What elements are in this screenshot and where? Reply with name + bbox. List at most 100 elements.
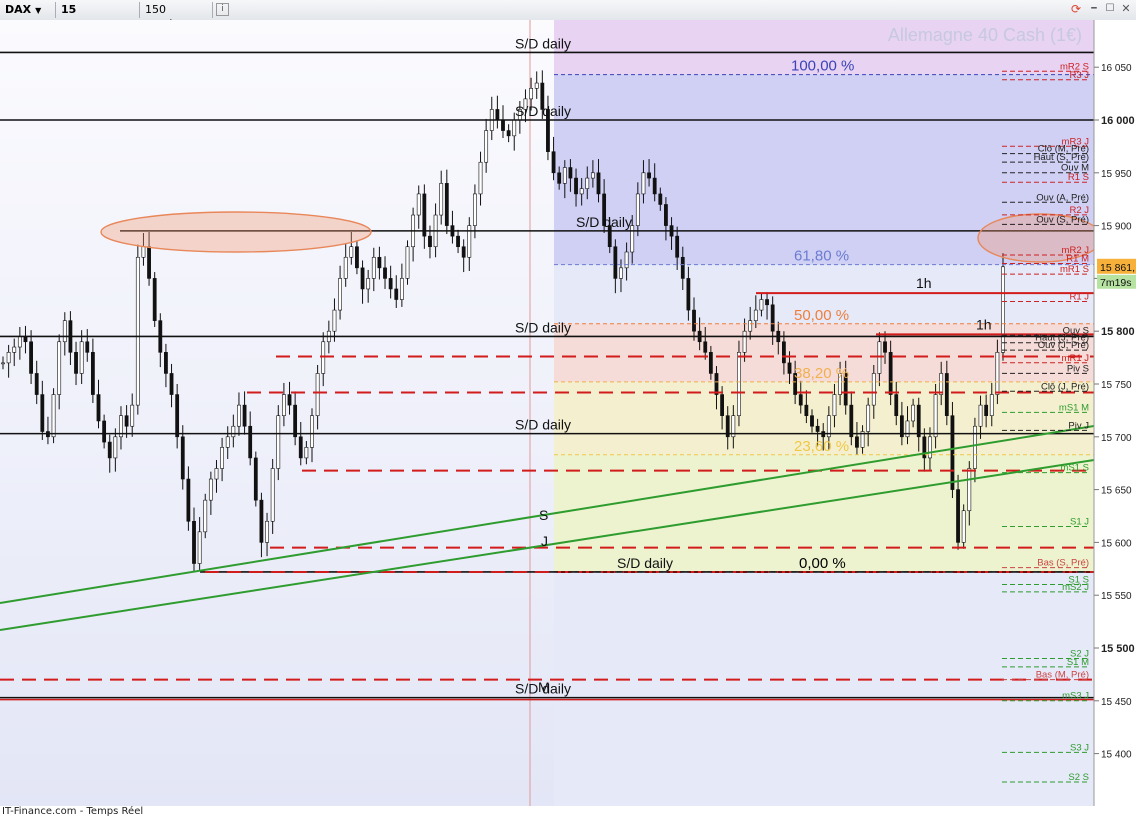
y-axis-panel [1094,20,1136,806]
candle-body [180,436,185,480]
candle-body [1,362,5,365]
candle-body [259,499,264,543]
pivot-label: R1 J [1069,292,1089,303]
y-tick-label: 15 750 [1101,380,1132,391]
candle-body [321,341,326,374]
h1-level-label: 1h [916,275,932,291]
candle-body [866,404,871,432]
pivot-label: Clô (J, Pré) [1041,381,1089,392]
symbol-label: DAX [5,3,32,16]
y-tick-label: 15 450 [1101,697,1132,708]
candle-body [444,183,449,226]
price-chart[interactable]: S/D daily S/D daily S/D daily S/D daily S/D … [0,20,1136,806]
last-price-label: 15 861, [1100,262,1135,274]
pivot-label: mR1 S [1060,264,1089,275]
candle-body [478,161,483,195]
y-tick-label: 15 900 [1101,222,1132,233]
chevron-down-icon: ▼ [35,6,42,15]
candle-body [944,373,949,416]
units-select[interactable]: 150 unités▼ [142,2,211,31]
candle-body [765,299,769,306]
pivot-label: mR1 J [1062,353,1090,364]
candle-body [995,352,1000,395]
y-tick-label: 15 950 [1101,169,1132,180]
candle-body [849,404,854,438]
countdown-label: 7m19s [1100,277,1132,289]
candle-body [961,510,966,543]
candle-body [366,278,371,290]
candle-body [596,172,601,195]
candle-body [759,299,764,311]
candle-body [495,109,500,121]
candle-body [984,404,989,416]
fib-level-label: 50,00 % [794,307,849,324]
sd-daily-label: S/D daily [515,319,571,335]
pivot-label: S1 J [1070,516,1089,527]
candle-body [399,278,404,300]
refresh-icon[interactable]: ⟳ [1068,1,1084,17]
candle-body [152,278,157,321]
candle-body [276,415,281,469]
y-tick-label: 16 050 [1101,63,1132,74]
candle-body [1001,266,1005,353]
candle-body [641,172,646,195]
candle-body [360,267,365,290]
candle-body [680,256,685,279]
candle-body [422,193,427,237]
candle-body [383,267,387,279]
candle-body [231,425,236,438]
y-tick-label: 15 550 [1101,591,1132,602]
maximize-icon[interactable]: ☐ [1102,1,1118,17]
y-tick-label: 15 400 [1101,750,1132,761]
candle-body [534,82,539,89]
toolbar-divider [212,2,213,18]
chart-toolbar: DAX▼ 15 minutes▼ 150 unités▼ i ⟳ ━ ☐ ✕ [0,0,1136,31]
candle-body [703,341,708,353]
pivot-label: Bas (S, Pré) [1037,558,1089,569]
pivot-label: S2 S [1068,772,1089,783]
candle-body [956,489,960,543]
minimize-icon[interactable]: ━ [1086,1,1102,17]
fib-level-label: 61,80 % [794,248,849,265]
resistance-ellipse-left [100,211,372,253]
sd-daily-label: S/D daily [617,555,673,571]
candle-body [574,177,578,195]
candle-body [933,394,938,438]
candle-body [501,119,505,131]
candle-body [394,288,399,300]
pivot-label: Piv S [1067,363,1089,374]
data-source-label: IT-Finance.com - Temps Réel [2,806,144,817]
sd-daily-label: S/D daily [576,214,632,230]
candle-body [90,352,95,395]
candle-body [208,478,213,501]
candle-body [405,246,410,279]
candle-body [242,404,247,427]
pivot-label: S1 M [1067,657,1089,668]
candle-body [40,394,45,432]
sd-daily-label: S/D daily [515,35,571,51]
candle-body [456,235,460,248]
candle-body [652,177,657,195]
info-icon[interactable]: i [216,3,229,16]
pivot-label: Ouv (S, Pré) [1036,214,1089,225]
candle-body [388,278,393,290]
pivot-label: mS1 M [1059,402,1089,413]
candle-body [147,246,151,279]
candle-body [798,394,803,406]
fib-level-label: 23,60 % [794,438,849,455]
trendline-label-s: S [539,507,548,523]
candle-body [894,394,899,416]
symbol-select[interactable]: DAX ▼ [2,2,55,17]
candle-body [585,177,590,189]
candle-body [287,394,292,406]
candle-body [737,352,741,416]
candle-body [343,256,348,279]
timeframe-select[interactable]: 15 minutes▼ [58,2,139,31]
close-icon[interactable]: ✕ [1118,1,1134,17]
candle-body [748,320,753,332]
toolbar-divider [55,2,56,18]
pivot-label: S3 J [1070,742,1089,753]
candle-body [332,309,337,332]
candle-body [613,246,618,279]
candle-body [720,394,725,416]
